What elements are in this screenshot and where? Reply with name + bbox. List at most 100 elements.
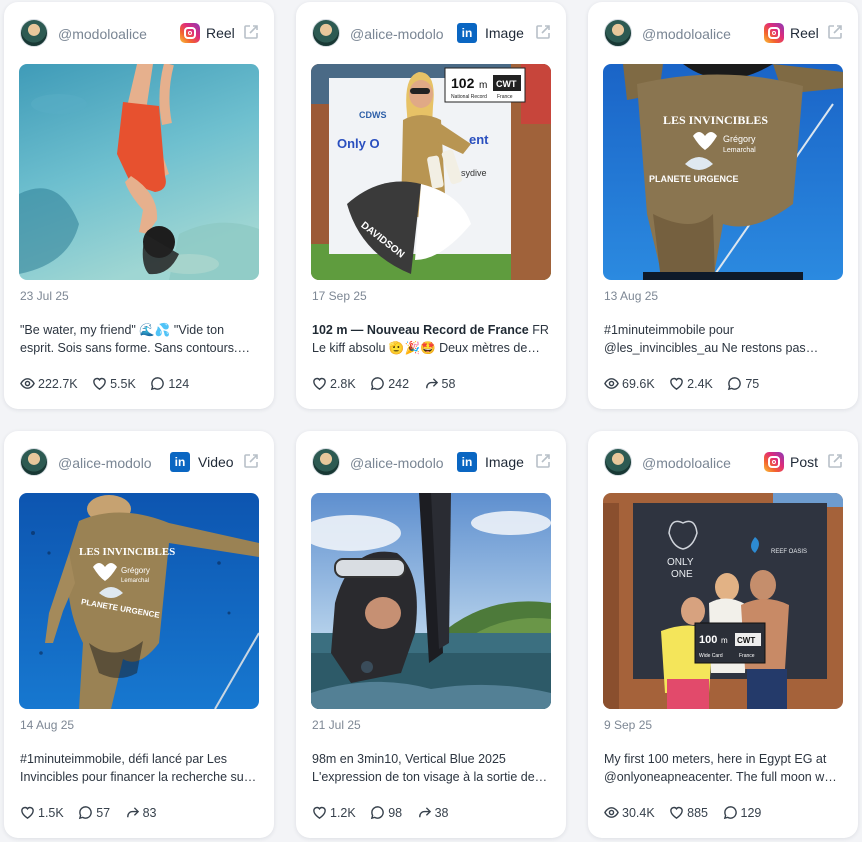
account-handle[interactable]: @alice-modolo — [350, 26, 453, 42]
post-caption: "Be water, my friend" 🌊💦 "Vide ton espri… — [20, 323, 238, 355]
post-type-label: Post — [790, 454, 819, 470]
comments-stat: 242 — [370, 376, 409, 391]
heart-icon — [670, 807, 683, 820]
external-link-icon[interactable] — [534, 452, 552, 470]
card-header: @alice-modolo in Image — [312, 446, 552, 480]
post-card[interactable]: @alice-modolo in Image CDWS Only O ent s… — [296, 2, 566, 409]
heart-icon — [313, 378, 326, 391]
post-type-label: Video — [198, 454, 234, 470]
external-link-icon[interactable] — [242, 23, 260, 41]
suit-text-4: PLANETE URGENCE — [649, 174, 739, 184]
sign-unit: m — [721, 636, 728, 645]
comment-icon — [371, 377, 385, 391]
shares-count: 58 — [441, 377, 456, 392]
comments-stat: 129 — [723, 805, 761, 820]
external-link-icon[interactable] — [826, 452, 844, 470]
external-link-icon[interactable] — [826, 23, 844, 41]
post-image[interactable] — [311, 493, 551, 709]
views-count: 69.6K — [622, 377, 655, 392]
comments-count: 242 — [388, 377, 410, 392]
post-card[interactable]: @modoloalice Reel 23 Jul 25 "Be water, m… — [4, 2, 274, 409]
comments-count: 124 — [168, 377, 190, 392]
post-date: 13 Aug 25 — [604, 289, 659, 303]
post-card[interactable]: @modoloalice Reel LES INVINCIBLES Grégor… — [588, 2, 858, 409]
comments-stat: 75 — [727, 376, 759, 391]
post-stats: 1.5K 57 83 — [20, 805, 168, 823]
views-icon — [20, 378, 35, 390]
likes-stat: 2.8K — [312, 376, 356, 391]
likes-count: 885 — [687, 806, 709, 821]
share-icon — [418, 807, 431, 818]
banner-text-3: sydive — [461, 168, 487, 178]
post-image[interactable]: CDWS Only O ent sydive 102 m CWT Nationa… — [311, 64, 551, 280]
post-image[interactable] — [19, 64, 259, 280]
comments-count: 98 — [388, 806, 403, 821]
post-stats: 30.4K 885 129 — [604, 805, 772, 823]
comment-icon — [151, 377, 165, 391]
suit-text-3: Lemarchal — [121, 578, 149, 584]
post-date: 9 Sep 25 — [604, 718, 653, 732]
sign-unit: m — [479, 80, 487, 91]
likes-count: 2.4K — [687, 377, 713, 392]
account-handle[interactable]: @alice-modolo — [58, 455, 161, 471]
post-image[interactable]: LES INVINCIBLES Grégory Lemarchal PLANET… — [19, 493, 259, 709]
account-handle[interactable]: @alice-modolo — [350, 455, 453, 471]
card-header: @alice-modolo in Video — [20, 446, 260, 480]
external-link-icon[interactable] — [242, 452, 260, 470]
banner-text-2: ent — [469, 132, 489, 147]
post-type-label: Reel — [206, 25, 235, 41]
likes-count: 1.5K — [38, 806, 64, 821]
likes-stat: 2.4K — [669, 376, 713, 391]
comments-count: 57 — [96, 806, 111, 821]
likes-stat: 885 — [669, 805, 708, 820]
linkedin-icon: in — [457, 452, 477, 472]
post-date: 14 Aug 25 — [20, 718, 75, 732]
share-icon — [126, 807, 139, 818]
external-link-icon[interactable] — [534, 23, 552, 41]
likes-count: 1.2K — [330, 806, 356, 821]
post-image[interactable]: ONLY ONE REEF OASIS 100 m CWT Wide Card … — [603, 493, 843, 709]
likes-stat: 5.5K — [92, 376, 136, 391]
instagram-icon — [180, 23, 200, 43]
sign-subtitle: National Record — [451, 94, 487, 100]
shares-stat: 38 — [417, 805, 449, 820]
suit-text-2: Grégory — [121, 566, 150, 575]
post-stats: 2.8K 242 58 — [312, 376, 466, 394]
sign-country: France — [497, 94, 513, 100]
avatar[interactable] — [20, 19, 48, 47]
sign-subtitle: Wide Card — [699, 653, 723, 659]
views-stat: 222.7K — [20, 376, 78, 391]
comments-stat: 57 — [78, 805, 110, 820]
backdrop-text: ONLY — [667, 557, 694, 568]
post-date: 17 Sep 25 — [312, 289, 367, 303]
post-image[interactable]: LES INVINCIBLES Grégory Lemarchal PLANET… — [603, 64, 843, 280]
post-type-label: Image — [485, 454, 524, 470]
account-handle[interactable]: @modoloalice — [642, 455, 745, 471]
avatar[interactable] — [312, 19, 340, 47]
likes-stat: 1.2K — [312, 805, 356, 820]
likes-count: 5.5K — [110, 377, 136, 392]
views-stat: 69.6K — [604, 376, 655, 391]
post-card[interactable]: @alice-modolo in Video LES INVINCIBLES G… — [4, 431, 274, 838]
post-caption: #1minuteimmobile pour @les_invincibles_a… — [604, 323, 806, 355]
sign-discipline: CWT — [496, 79, 517, 89]
post-card[interactable]: @alice-modolo in Image 21 Jul 25 98m en … — [296, 431, 566, 838]
comment-icon — [371, 806, 385, 820]
avatar[interactable] — [312, 448, 340, 476]
heart-icon — [93, 378, 106, 391]
post-card[interactable]: @modoloalice Post ONLY ONE REEF OASIS 10… — [588, 431, 858, 838]
avatar[interactable] — [604, 448, 632, 476]
backdrop-text-3: REEF OASIS — [771, 549, 807, 555]
avatar[interactable] — [20, 448, 48, 476]
account-handle[interactable]: @modoloalice — [58, 26, 161, 42]
post-stats: 69.6K 2.4K 75 — [604, 376, 770, 394]
suit-text: LES INVINCIBLES — [79, 546, 175, 558]
comment-icon — [728, 377, 742, 391]
sign-number: 100 — [699, 634, 717, 646]
avatar[interactable] — [604, 19, 632, 47]
backdrop-text-2: ONE — [671, 569, 693, 580]
comments-count: 75 — [745, 377, 760, 392]
sign-country: France — [739, 653, 755, 659]
account-handle[interactable]: @modoloalice — [642, 26, 745, 42]
card-header: @alice-modolo in Image — [312, 17, 552, 51]
